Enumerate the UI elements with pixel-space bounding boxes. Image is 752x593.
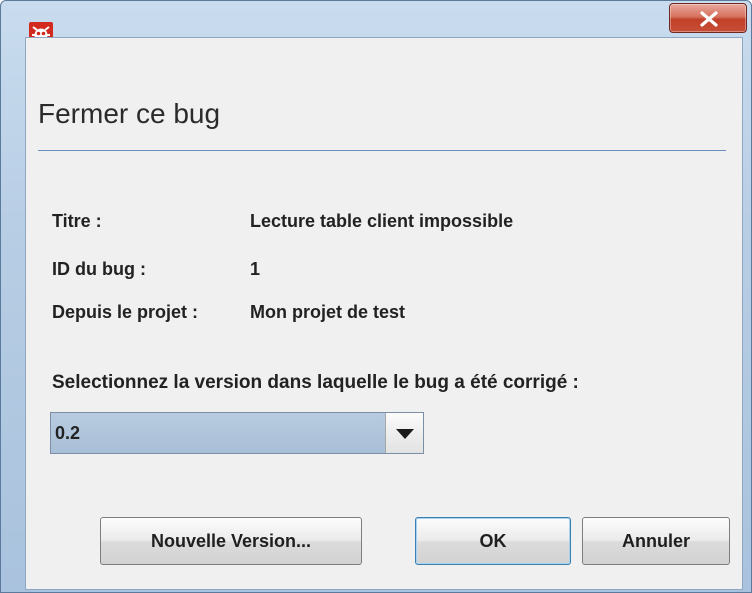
project-label: Depuis le projet : — [52, 302, 199, 322]
window-close-button[interactable] — [669, 3, 747, 33]
new-version-button[interactable]: Nouvelle Version... — [100, 517, 362, 565]
close-icon — [700, 11, 718, 27]
version-select-value[interactable]: 0.2 — [51, 413, 385, 453]
version-select[interactable]: 0.2 — [50, 412, 424, 454]
dialog-window: Fermer ce bug Titre : Lecture table clie… — [0, 0, 752, 593]
title-bar[interactable] — [1, 1, 751, 37]
ok-button[interactable]: OK — [415, 517, 571, 565]
bug-id-value: 1 — [250, 259, 261, 279]
version-select-dropdown-button[interactable] — [385, 413, 423, 453]
title-value: Lecture table client impossible — [250, 211, 514, 231]
cancel-button[interactable]: Annuler — [582, 517, 730, 565]
heading-divider — [38, 150, 726, 151]
version-prompt: Selectionnez la version dans laquelle le… — [52, 372, 579, 393]
page-title: Fermer ce bug — [38, 98, 221, 129]
title-label: Titre : — [52, 211, 102, 231]
project-value: Mon projet de test — [250, 302, 406, 322]
chevron-down-icon — [396, 429, 414, 439]
dialog-content: Fermer ce bug Titre : Lecture table clie… — [25, 37, 743, 590]
bug-id-label: ID du bug : — [52, 259, 146, 279]
